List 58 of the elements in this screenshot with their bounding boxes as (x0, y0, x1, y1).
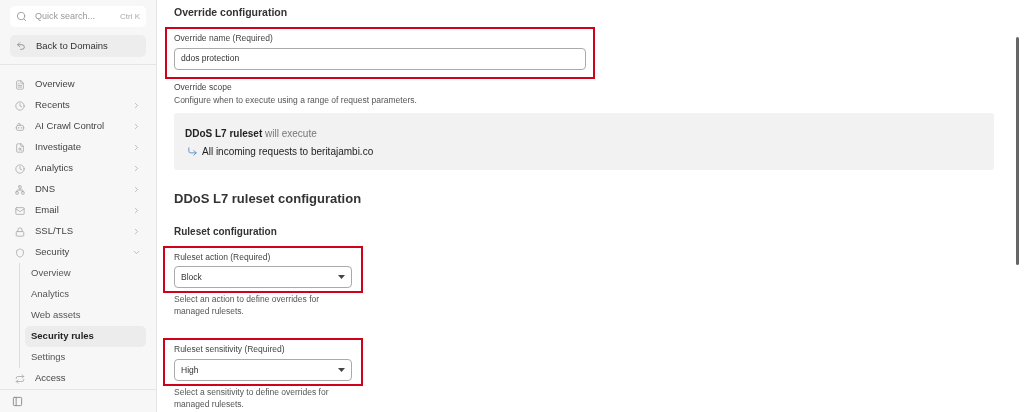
sidebar-item[interactable]: Email (10, 200, 146, 221)
nav-icon (15, 226, 25, 237)
nav-icon (15, 121, 25, 132)
scrollbar-thumb[interactable] (1016, 37, 1019, 265)
keyboard-shortcut: Ctrl K (120, 10, 140, 23)
chevron-right-icon (132, 185, 141, 194)
chevron-right-icon (132, 227, 141, 236)
sidebar-subitem[interactable]: Web assets (25, 305, 146, 326)
field-description: Configure when to execute using a range of request parameters. (174, 94, 418, 107)
help-text: Select a sensitivity to define overrides for managed rulesets. (174, 386, 330, 410)
field-label: Override scope (174, 80, 233, 94)
corner-arrow-icon (187, 146, 198, 157)
sidebar-item[interactable]: DNS (10, 179, 146, 200)
field-label: Ruleset action (Required) (174, 250, 272, 264)
sidebar-subitem[interactable]: Analytics (25, 284, 146, 305)
nav-icon (15, 247, 25, 258)
search-placeholder: Quick search... (35, 9, 97, 23)
search-icon (16, 11, 27, 22)
section-heading: DDoS L7 ruleset configuration (174, 190, 363, 208)
nav-icon (15, 79, 25, 90)
sidebar-subitem[interactable]: Settings (25, 347, 146, 368)
sidebar-item[interactable]: SSL/TLS (10, 221, 146, 242)
sidebar-item[interactable]: Recents (10, 95, 146, 116)
field-label: Ruleset sensitivity (Required) (174, 343, 286, 356)
sidebar-toggle-icon[interactable] (12, 395, 23, 407)
sidebar-subitem[interactable]: Overview (25, 263, 146, 284)
chevron-right-icon (132, 206, 141, 215)
sidebar-item[interactable]: Overview (10, 74, 146, 95)
sidebar-subitem[interactable]: Security rules (25, 326, 146, 347)
chevron-down-icon (132, 248, 141, 257)
nav-icon (15, 163, 25, 174)
scope-summary: DDoS L7 ruleset will execute (185, 127, 318, 141)
nav-icon (15, 100, 25, 111)
sidebar-item[interactable]: Access (10, 368, 146, 389)
nav-icon (15, 373, 25, 384)
sidebar-item[interactable]: Security (10, 242, 146, 263)
dropdown-caret-icon (338, 368, 345, 372)
chevron-right-icon (132, 164, 141, 173)
sidebar-item[interactable]: Analytics (10, 158, 146, 179)
chevron-right-icon (132, 143, 141, 152)
dropdown-caret-icon (338, 275, 345, 280)
back-button[interactable]: Back to Domains (10, 35, 146, 57)
nav-icon (15, 205, 25, 216)
help-text: Select an action to define overrides for managed rulesets. (174, 293, 321, 318)
sidebar-item[interactable]: AI Crawl Control (10, 116, 146, 137)
field-label: Override name (Required) (174, 31, 274, 45)
sidebar-item[interactable]: Investigate (10, 137, 146, 158)
nav-icon (15, 142, 25, 153)
select-dropdown[interactable]: High (174, 359, 352, 381)
text-input[interactable]: ddos protection (174, 47, 586, 70)
select-dropdown[interactable]: Block (174, 266, 352, 289)
chevron-right-icon (132, 122, 141, 131)
nav-icon (15, 184, 25, 195)
subsection-title: Ruleset configuration (174, 224, 278, 239)
back-arrow-icon (16, 41, 26, 51)
section-title: Override configuration (174, 5, 289, 20)
chevron-right-icon (132, 101, 141, 110)
scope-target: All incoming requests to beritajambi.co (202, 145, 374, 159)
